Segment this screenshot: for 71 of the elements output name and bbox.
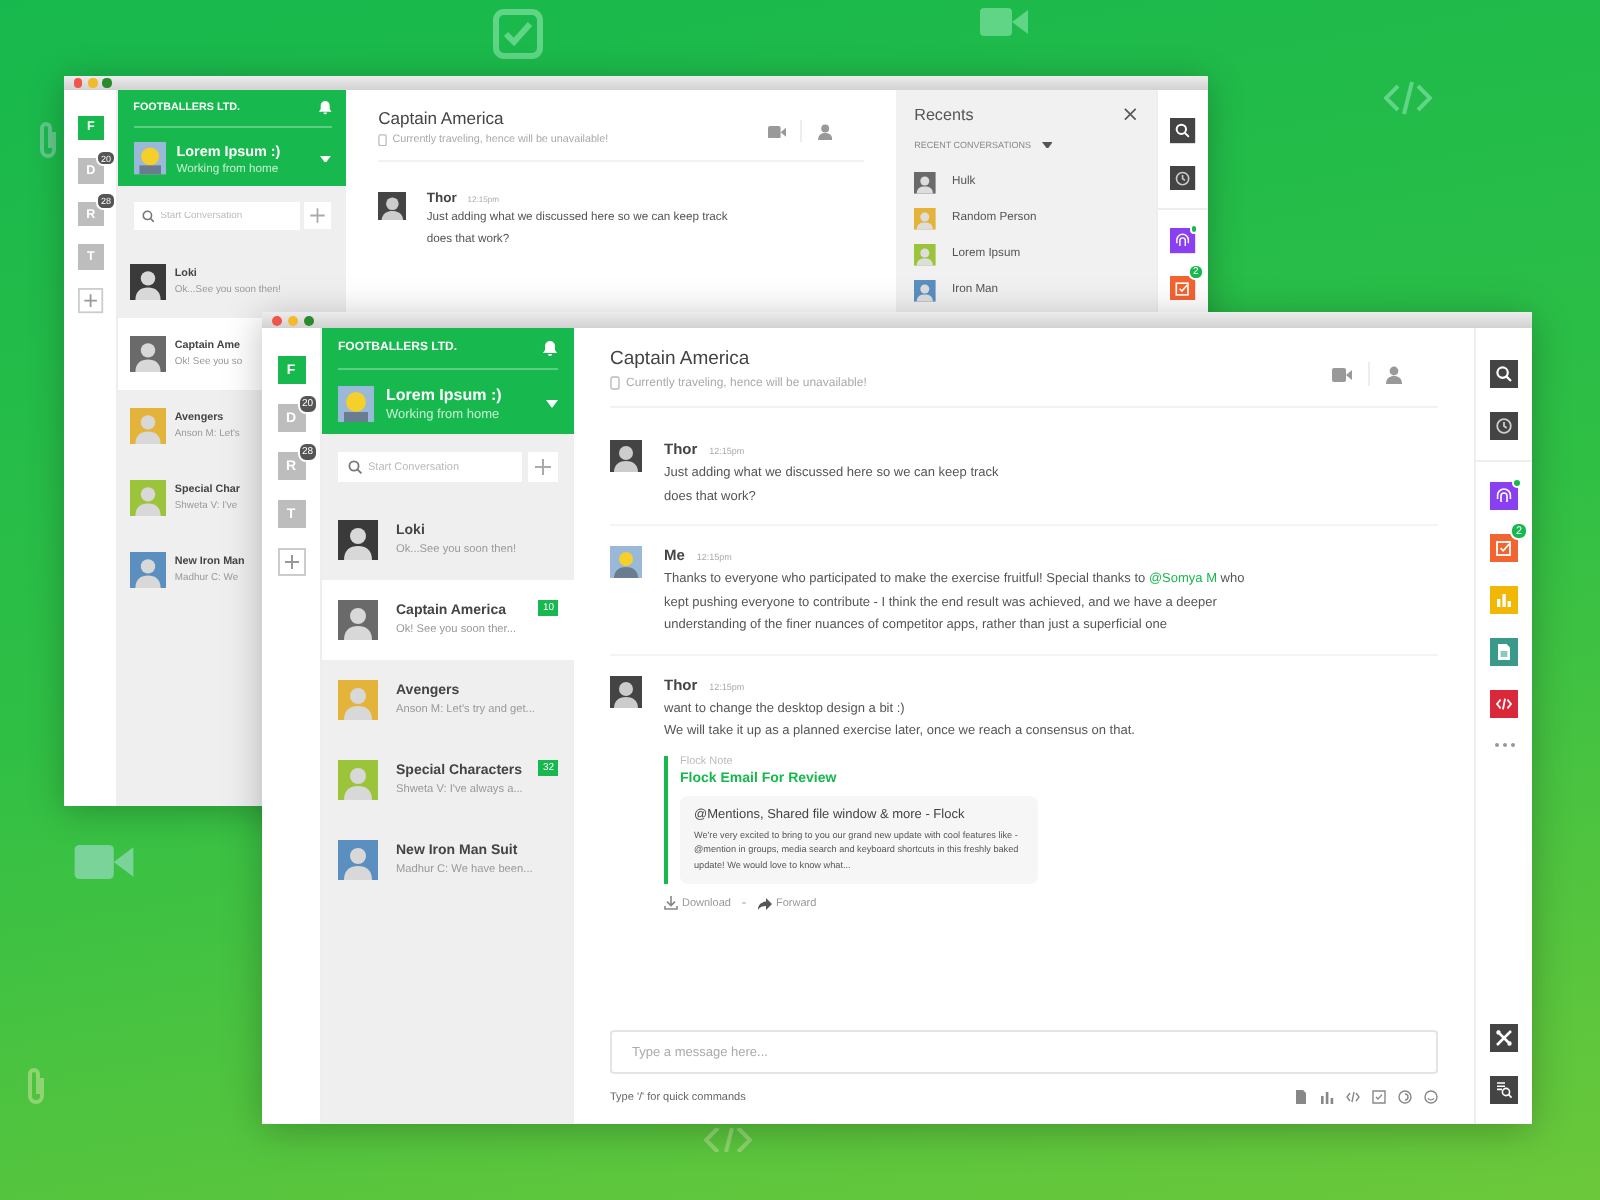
search-icon (348, 460, 362, 474)
smiley-icon[interactable] (1424, 1090, 1438, 1104)
close-button[interactable] (272, 315, 282, 325)
avatar (914, 279, 936, 302)
avatar (338, 386, 374, 422)
user-icon[interactable] (817, 123, 832, 140)
panel-title: Recents (914, 106, 974, 125)
close-icon[interactable] (1124, 108, 1138, 122)
video-icon[interactable] (768, 125, 787, 138)
avatar (129, 552, 166, 589)
bell-icon[interactable] (542, 340, 558, 356)
more-icon[interactable] (1493, 742, 1515, 748)
checkbox-icon (492, 8, 544, 60)
user-name: Lorem Ipsum :) (176, 142, 283, 161)
code-icon (1384, 80, 1432, 116)
chat-title: Captain America (610, 348, 752, 370)
clock-icon[interactable] (1490, 412, 1518, 440)
video-icon[interactable] (1332, 367, 1352, 381)
avatar (610, 440, 642, 472)
code-icon[interactable] (1490, 690, 1518, 718)
paperclip-icon (24, 1066, 48, 1106)
code-icon (704, 1128, 752, 1152)
tools-icon[interactable] (1490, 1024, 1518, 1052)
checkbox-icon[interactable] (1170, 275, 1196, 301)
phone-icon (610, 376, 620, 390)
search-icon (142, 210, 155, 223)
checkbox-icon[interactable] (1490, 534, 1518, 562)
chat-title: Captain America (378, 107, 506, 128)
avatar (129, 264, 166, 301)
user-icon[interactable] (1386, 365, 1402, 383)
avatar (914, 243, 936, 266)
avatar (338, 600, 378, 640)
bar-chart-icon[interactable] (1490, 586, 1518, 614)
bell-icon[interactable] (317, 100, 332, 116)
avatar (338, 840, 378, 880)
bar-chart-icon[interactable] (1320, 1090, 1334, 1104)
checkbox-icon[interactable] (1372, 1090, 1386, 1104)
phone-icon (378, 133, 388, 146)
avatar (129, 336, 166, 373)
add-conversation-icon[interactable] (304, 202, 332, 230)
file-icon[interactable] (1294, 1090, 1308, 1104)
caret-icon[interactable] (1041, 141, 1053, 149)
paperclip-icon (36, 120, 60, 160)
clock-icon[interactable] (1170, 165, 1196, 191)
forward-icon (757, 897, 772, 909)
code-icon[interactable] (1346, 1090, 1360, 1104)
avatar (133, 142, 166, 176)
avatar (610, 546, 642, 578)
avatar (378, 191, 407, 220)
avatar (914, 171, 936, 194)
add-workspace-icon[interactable] (277, 548, 305, 576)
user-name: Lorem Ipsum :) (386, 386, 504, 404)
avatar (338, 760, 378, 800)
close-button[interactable] (73, 78, 83, 88)
maximize-button[interactable] (304, 315, 314, 325)
video-icon (980, 4, 1028, 40)
avatar (338, 520, 378, 560)
avatar (129, 408, 166, 445)
avatar (129, 480, 166, 517)
avatar (338, 680, 378, 720)
download-icon (664, 896, 678, 910)
search-icon[interactable] (1490, 360, 1518, 388)
avatar (610, 675, 642, 707)
document-icon[interactable] (1490, 638, 1518, 666)
add-workspace-icon[interactable] (78, 287, 104, 314)
add-conversation-icon[interactable] (528, 452, 558, 482)
search-document-icon[interactable] (1490, 1076, 1518, 1104)
maximize-button[interactable] (102, 78, 112, 88)
search-icon[interactable] (1170, 118, 1196, 144)
avatar (914, 207, 936, 230)
video-icon (72, 840, 136, 884)
